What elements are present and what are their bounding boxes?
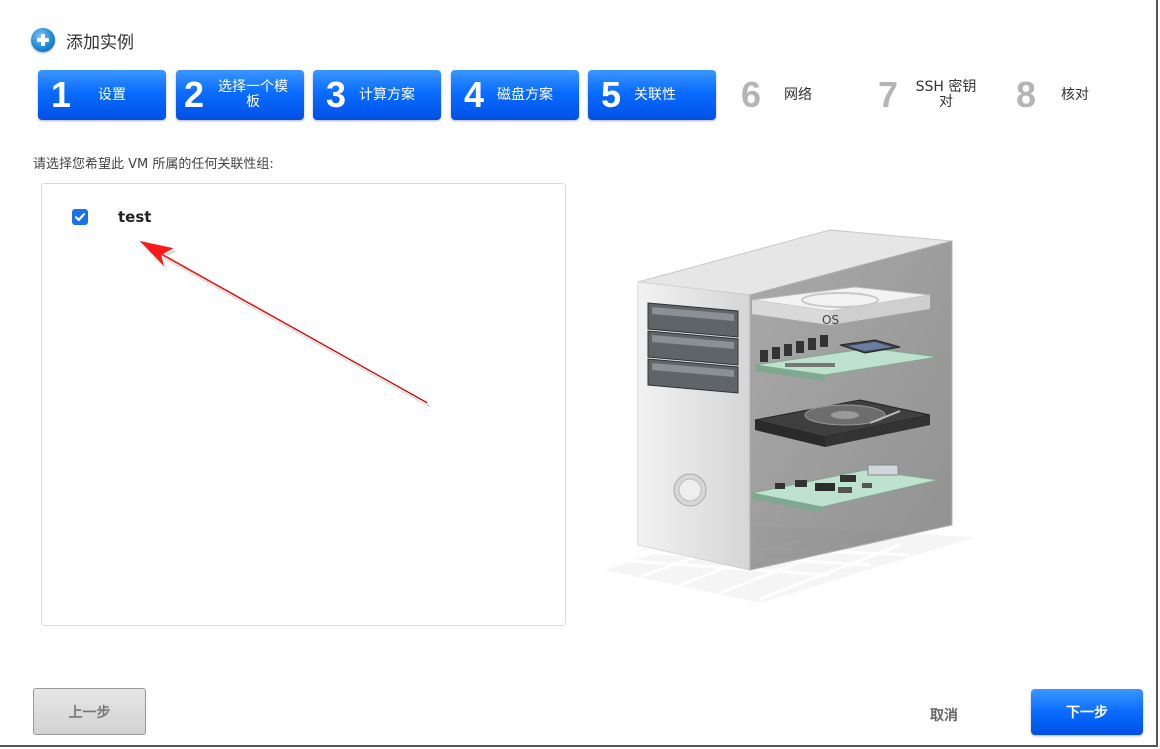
dialog-title-bar: 添加实例	[31, 27, 134, 53]
step-5-affinity[interactable]: 5 关联性	[588, 70, 716, 120]
step-number: 8	[1015, 74, 1037, 115]
affinity-instruction: 请选择您希望此 VM 所属的任何关联性组:	[33, 157, 274, 172]
cancel-button[interactable]: 取消	[905, 700, 983, 730]
step-label: 设置	[98, 86, 126, 103]
previous-button[interactable]: 上一步	[33, 688, 146, 735]
step-number: 2	[183, 74, 205, 115]
next-button[interactable]: 下一步	[1031, 689, 1143, 735]
step-6-network: 6 网络	[728, 70, 856, 120]
step-label: SSH 密钥对	[915, 79, 977, 110]
os-disk-label: OS	[822, 313, 839, 327]
step-number: 3	[325, 74, 347, 115]
step-label: 计算方案	[359, 86, 415, 103]
add-circle-icon	[31, 28, 55, 52]
step-1-settings[interactable]: 1 设置	[38, 70, 166, 120]
step-label: 核对	[1061, 86, 1089, 103]
step-number: 5	[600, 74, 622, 115]
checkmark-icon	[74, 213, 86, 222]
step-number: 7	[877, 74, 899, 115]
step-number: 4	[463, 74, 485, 115]
step-label: 选择一个模板	[218, 79, 288, 110]
step-3-compute-offering[interactable]: 3 计算方案	[313, 70, 441, 120]
affinity-group-checkbox[interactable]	[72, 209, 88, 225]
red-arrow-icon	[136, 239, 430, 407]
step-8-review: 8 核对	[1003, 70, 1131, 120]
step-label: 关联性	[634, 86, 676, 103]
server-illustration: OS	[605, 229, 975, 603]
step-label: 磁盘方案	[497, 86, 553, 103]
drive-bays	[647, 302, 739, 394]
dialog-title: 添加实例	[66, 32, 134, 53]
step-4-disk-offering[interactable]: 4 磁盘方案	[451, 70, 579, 120]
step-7-ssh-keypair: 7 SSH 密钥对	[865, 70, 993, 120]
step-number: 6	[740, 74, 762, 115]
affinity-group-item[interactable]: test	[72, 208, 151, 226]
step-2-template[interactable]: 2 选择一个模板	[176, 70, 304, 120]
step-label: 网络	[784, 86, 812, 103]
step-number: 1	[50, 74, 72, 115]
affinity-group-name: test	[118, 208, 152, 226]
